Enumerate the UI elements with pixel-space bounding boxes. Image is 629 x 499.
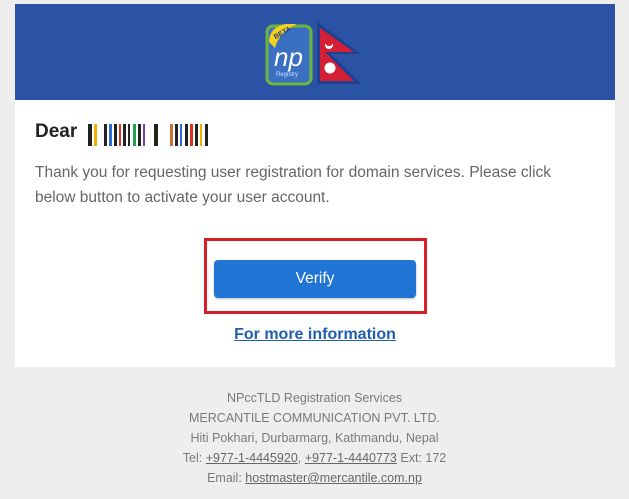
redacted-name	[88, 124, 208, 146]
greeting-prefix: Dear	[35, 121, 78, 142]
footer-phone: Tel: +977-1-4445920, +977-1-4440773 Ext:…	[0, 448, 629, 468]
logo-text: np	[274, 42, 303, 72]
footer-address: Hiti Pokhari, Durbarmarg, Kathmandu, Nep…	[190, 431, 439, 445]
logo-subtext: Registry	[276, 72, 298, 78]
tel-link-1[interactable]: +977-1-4445920	[206, 451, 298, 465]
footer-org: NPccTLD Registration Services	[226, 391, 403, 405]
tel-extension: Ext: 172	[400, 451, 447, 465]
greeting-heading: Dear	[35, 121, 77, 143]
email-footer: NPccTLD Registration Services MERCANTILE…	[0, 388, 629, 488]
verify-button[interactable]: Verify	[214, 260, 416, 298]
tel-link-2[interactable]: +977-1-4440773	[305, 451, 397, 465]
footer-email: Email: hostmaster@mercantile.com.np	[0, 468, 629, 488]
activation-message: Thank you for requesting user registrati…	[35, 164, 552, 206]
email-label: Email:	[207, 471, 242, 485]
nepal-flag-icon	[317, 22, 361, 84]
np-registry-logo: BETA np Registry	[265, 22, 361, 86]
footer-company: MERCANTILE COMMUNICATION PVT. LTD.	[189, 411, 440, 425]
tel-separator: ,	[297, 451, 302, 465]
email-card: BETA np Registry Dear Thank you for requ…	[15, 4, 615, 367]
email-link[interactable]: hostmaster@mercantile.com.np	[245, 471, 422, 485]
tel-label: Tel:	[182, 451, 203, 465]
more-information-link[interactable]: For more information	[15, 326, 615, 344]
email-header: BETA np Registry	[15, 4, 615, 100]
